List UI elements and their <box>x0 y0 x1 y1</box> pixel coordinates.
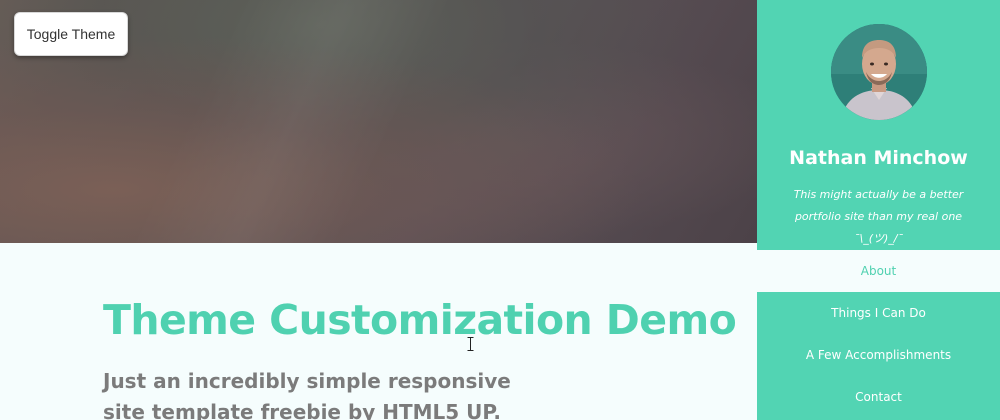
profile-photo <box>831 24 927 120</box>
page-title: Theme Customization Demo <box>103 296 737 344</box>
profile-tagline: This might actually be a better portfoli… <box>793 188 964 245</box>
nav-item-contact[interactable]: Contact <box>757 376 1000 418</box>
sidebar: Nathan Minchow This might actually be a … <box>757 0 1000 420</box>
nav-item-about[interactable]: About <box>757 250 1000 292</box>
text-cursor-icon <box>467 337 474 351</box>
nav-item-accomplishments[interactable]: A Few Accomplishments <box>757 334 1000 376</box>
avatar <box>831 24 927 120</box>
nav-item-things-i-can-do[interactable]: Things I Can Do <box>757 292 1000 334</box>
page-subtitle: Just an incredibly simple responsive sit… <box>103 369 511 420</box>
page: Toggle Theme Theme Customization Demo Ju… <box>0 0 1000 420</box>
toggle-theme-button[interactable]: Toggle Theme <box>14 12 128 56</box>
sidebar-nav: About Things I Can Do A Few Accomplishme… <box>757 250 1000 418</box>
profile-name: Nathan Minchow <box>789 147 968 169</box>
